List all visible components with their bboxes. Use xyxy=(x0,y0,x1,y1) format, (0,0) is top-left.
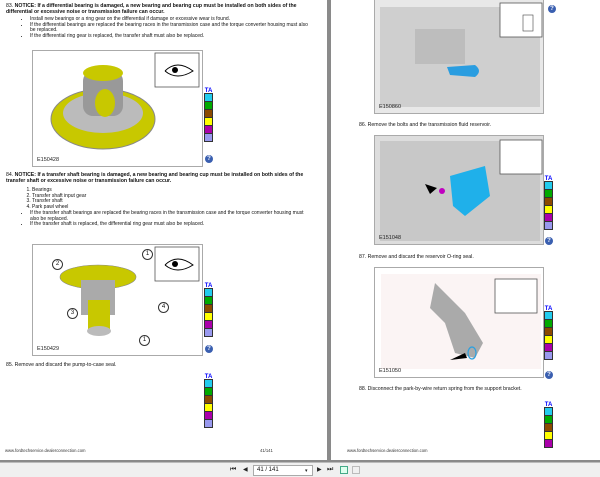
step-86: 86. Remove the bolts and the transmissio… xyxy=(359,122,491,128)
callout-1: 1 xyxy=(142,249,153,260)
fit-page-icon[interactable] xyxy=(340,466,348,474)
callout-3: 3 xyxy=(67,308,78,319)
callout-2: 2 xyxy=(52,259,63,270)
color-swatch[interactable] xyxy=(544,351,553,360)
color-swatch[interactable] xyxy=(204,328,213,337)
differential-illustration xyxy=(50,52,200,150)
color-strip[interactable]: TA xyxy=(544,176,553,230)
help-icon[interactable]: ? xyxy=(205,345,213,353)
notice-text: NOTICE: If a transfer shaft bearing is d… xyxy=(6,172,304,185)
figure-id: E151048 xyxy=(379,235,402,241)
color-swatch[interactable] xyxy=(204,133,213,142)
previous-page-button[interactable]: ◀ xyxy=(243,465,248,475)
bullet-list: Install new bearings or a ring gear on t… xyxy=(12,16,312,40)
help-icon[interactable]: ? xyxy=(545,371,553,379)
figure-differential: E150428 xyxy=(32,50,203,167)
step-number: 87. xyxy=(359,254,367,260)
step-number: 83. xyxy=(6,3,14,9)
color-strip[interactable]: TA xyxy=(204,374,213,428)
step-number: 85. xyxy=(6,362,14,368)
bullet-list: If the transfer shaft bearings are repla… xyxy=(12,210,312,228)
step-number: 86. xyxy=(359,122,367,128)
case-illustration xyxy=(380,2,543,107)
figure-id: E150860 xyxy=(379,104,402,110)
tag-icon[interactable]: TA xyxy=(544,176,553,182)
color-strip[interactable]: TA xyxy=(204,88,213,142)
color-strip[interactable]: TA xyxy=(204,283,213,337)
step-87: 87. Remove and discard the reservoir O-r… xyxy=(359,254,474,260)
tag-icon[interactable]: TA xyxy=(204,283,213,289)
figure-oring: E151050 xyxy=(374,267,544,378)
footer-url: www.fordtechservice.dealerconnection.com xyxy=(347,448,428,453)
step-text: Remove and discard the reservoir O-ring … xyxy=(367,254,474,260)
page-number-input[interactable]: 41 / 141 xyxy=(253,465,313,476)
navigation-toolbar: ⏮ ◀ 41 / 141 ▾ ▶ ⏭ xyxy=(0,462,600,477)
next-page-button[interactable]: ▶ xyxy=(317,465,322,475)
help-icon[interactable]: ? xyxy=(548,5,556,13)
step-number: 84. xyxy=(6,172,14,178)
help-icon[interactable]: ? xyxy=(205,155,213,163)
callout-1b: 1 xyxy=(139,335,150,346)
tag-icon[interactable]: TA xyxy=(544,306,553,312)
figure-id: E151050 xyxy=(379,368,402,374)
tag-icon[interactable]: TA xyxy=(204,88,213,94)
step-text: Remove the bolts and the transmission fl… xyxy=(367,122,492,128)
figure-id: E150428 xyxy=(37,157,60,163)
tag-icon[interactable]: TA xyxy=(204,374,213,380)
tag-icon[interactable]: TA xyxy=(544,402,553,408)
page-dropdown-icon[interactable]: ▾ xyxy=(305,466,308,476)
two-page-icon[interactable] xyxy=(352,466,360,474)
oring-illustration xyxy=(381,274,541,369)
figure-reservoir: E151048 xyxy=(374,135,544,245)
color-strip[interactable]: TA xyxy=(544,402,553,448)
list-item: If the transfer shaft is replaced, the d… xyxy=(30,222,312,228)
first-page-button[interactable]: ⏮ xyxy=(230,465,236,475)
numbered-list: Bearings Transfer shaft input gear Trans… xyxy=(12,187,312,210)
step-85: 85. Remove and discard the pump-to-case … xyxy=(6,362,116,368)
step-88: 88. Disconnect the park-by-wire return s… xyxy=(359,386,522,392)
footer-page-number: 41/141 xyxy=(260,448,273,453)
step-84: 84. NOTICE: If a transfer shaft bearing … xyxy=(6,172,306,185)
reservoir-illustration xyxy=(380,139,543,241)
callout-4: 4 xyxy=(158,302,169,313)
figure-id: E150429 xyxy=(37,346,60,352)
figure-transfer-shaft: 2 1 3 4 1 E150429 xyxy=(32,244,203,356)
figure-top: E150860 xyxy=(374,0,544,114)
step-text: Remove and discard the pump-to-case seal… xyxy=(14,362,117,368)
help-icon[interactable]: ? xyxy=(545,237,553,245)
left-page: 83. NOTICE: If a differential bearing is… xyxy=(0,0,327,460)
color-swatch[interactable] xyxy=(544,221,553,230)
color-strip[interactable]: TA xyxy=(544,306,553,360)
last-page-button[interactable]: ⏭ xyxy=(327,465,333,475)
color-swatch[interactable] xyxy=(204,419,213,428)
notice-text: NOTICE: If a differential bearing is dam… xyxy=(6,3,297,16)
footer-url: www.fordtechservice.dealerconnection.com xyxy=(5,448,86,453)
list-item: If the differential ring gear is replace… xyxy=(30,33,312,40)
right-page: E150860 ? 86. Remove the bolts and the t… xyxy=(331,0,600,460)
step-83: 83. NOTICE: If a differential bearing is… xyxy=(6,3,306,16)
step-number: 88. xyxy=(359,386,367,392)
step-text: Disconnect the park-by-wire return sprin… xyxy=(367,386,522,392)
color-swatch[interactable] xyxy=(544,439,553,448)
